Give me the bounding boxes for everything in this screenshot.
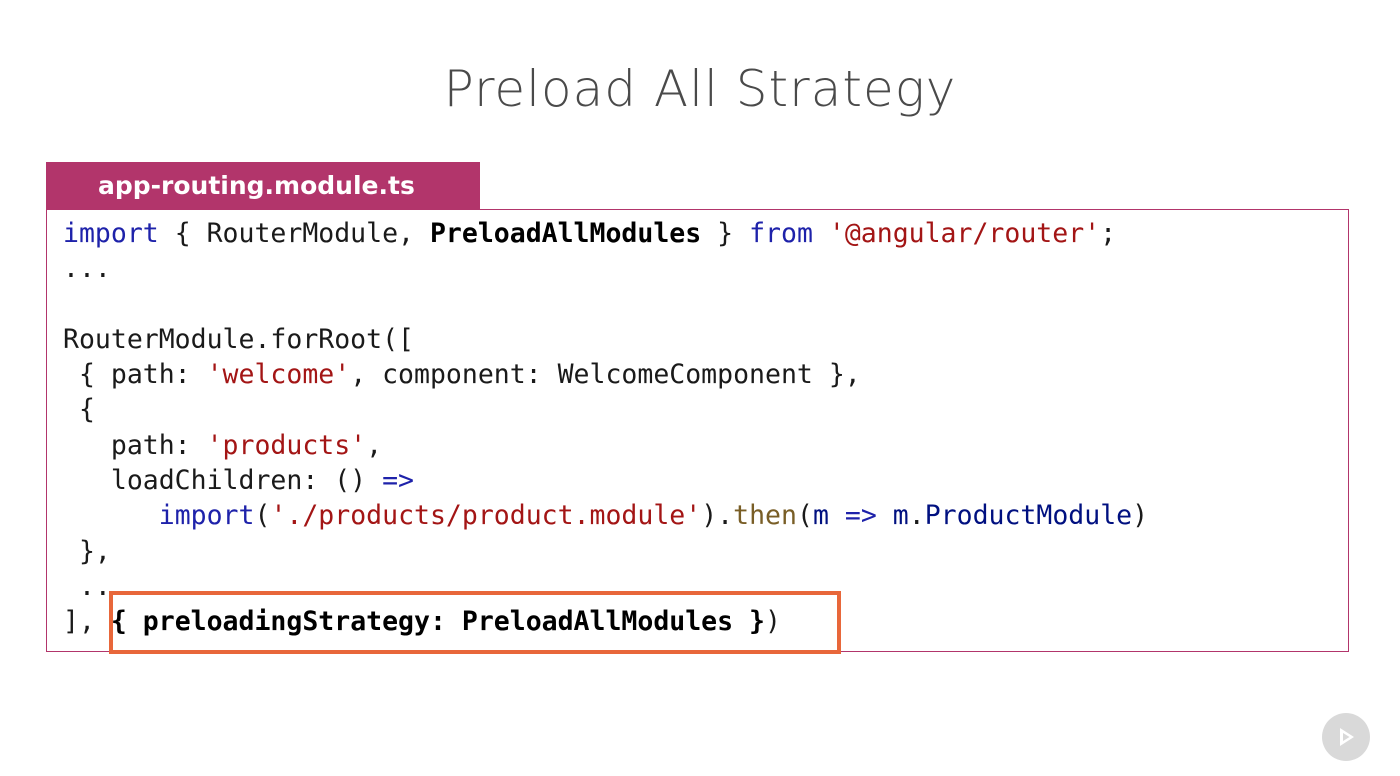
code-text: ], bbox=[63, 606, 111, 638]
code-text: ( bbox=[254, 500, 271, 532]
code-line-5: { path: 'welcome', component: WelcomeCom… bbox=[63, 357, 1148, 392]
code-line-8: loadChildren: () => bbox=[63, 463, 1148, 498]
code-text: ; bbox=[1100, 218, 1117, 249]
method-then: then bbox=[733, 500, 797, 532]
param-identifier: m bbox=[812, 500, 829, 532]
string-literal: '@angular/router' bbox=[828, 218, 1101, 249]
keyword-import: import bbox=[158, 500, 255, 532]
code-line-1: import { RouterModule, PreloadAllModules… bbox=[63, 216, 1148, 251]
code-bold-identifier: PreloadAllModules bbox=[429, 218, 702, 249]
code-line-9: import('./products/product.module').then… bbox=[63, 498, 1148, 533]
code-text: { RouterModule, bbox=[158, 218, 430, 249]
file-tab: app-routing.module.ts bbox=[46, 162, 480, 210]
file-name-label: app-routing.module.ts bbox=[98, 171, 415, 200]
code-text: } bbox=[701, 218, 750, 249]
arrow-operator: => bbox=[844, 500, 877, 532]
player-button[interactable] bbox=[1322, 713, 1370, 761]
keyword-from: from bbox=[749, 218, 813, 249]
arrow-operator: => bbox=[382, 465, 415, 497]
play-icon bbox=[1340, 728, 1354, 746]
highlight-callout-box bbox=[109, 591, 841, 654]
code-text: ). bbox=[701, 500, 734, 532]
slide-title: Preload All Strategy bbox=[443, 60, 957, 118]
property-identifier: ProductModule bbox=[924, 500, 1133, 532]
keyword-import: import bbox=[63, 218, 159, 249]
string-literal: './products/product.module' bbox=[270, 500, 702, 532]
code-line-10: }, bbox=[63, 535, 111, 567]
code-text: ) bbox=[1132, 500, 1149, 532]
code-text: , component: WelcomeComponent }, bbox=[350, 359, 861, 391]
code-text: , bbox=[366, 429, 383, 461]
code-line-4: RouterModule.forRoot([ bbox=[63, 323, 414, 355]
code-text: . bbox=[908, 500, 925, 532]
code-text: path: bbox=[63, 429, 207, 461]
code-line-6: { bbox=[63, 394, 95, 426]
code-listing: import { RouterModule, PreloadAllModules… bbox=[63, 216, 1148, 640]
code-text: { path: bbox=[63, 359, 207, 391]
code-text: ( bbox=[796, 500, 813, 532]
string-literal: 'products' bbox=[206, 429, 367, 461]
code-block: import { RouterModule, PreloadAllModules… bbox=[46, 209, 1349, 652]
code-line-2: ... bbox=[63, 253, 111, 285]
param-identifier: m bbox=[892, 500, 909, 532]
string-literal: 'welcome' bbox=[206, 359, 351, 391]
code-line-7: path: 'products', bbox=[63, 428, 1148, 463]
code-text: loadChildren: () bbox=[63, 465, 383, 497]
